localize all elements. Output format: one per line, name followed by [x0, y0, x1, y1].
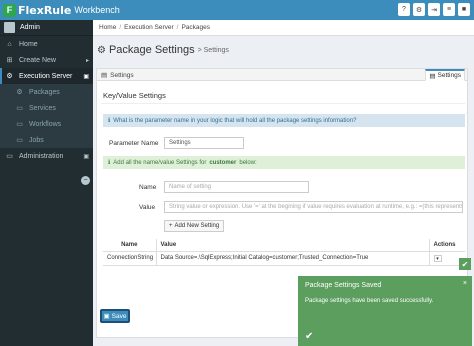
- sidebar-item-administration[interactable]: ▭ Administration ▣: [0, 148, 93, 164]
- user-name: Admin: [20, 24, 40, 31]
- services-icon: ▭: [16, 105, 23, 112]
- panel-heading: ▤ Settings: [101, 71, 134, 80]
- sidebar-item-services[interactable]: ▭ Services: [0, 100, 93, 116]
- sign-out-icon[interactable]: ⇥: [428, 3, 440, 16]
- menu-icon[interactable]: ≡: [443, 3, 455, 16]
- tab-label: Settings: [437, 72, 462, 79]
- parameter-name-input[interactable]: Settings: [164, 137, 244, 149]
- collapse-icon: ▣: [83, 73, 89, 80]
- column-header-actions: Actions: [429, 239, 465, 252]
- breadcrumb-separator: /: [119, 24, 122, 31]
- table-row: ConnectionString Data Source=.\SqlExpres…: [103, 251, 465, 266]
- setting-value-input[interactable]: String value or expression. Use '=' at t…: [164, 201, 463, 213]
- sidebar-item-label: Administration: [19, 152, 64, 160]
- info-icon: ℹ: [108, 118, 111, 124]
- table-header-row: Name Value Actions: [103, 239, 465, 252]
- panel-heading-label: Settings: [110, 71, 134, 79]
- jobs-icon: ▭: [16, 137, 23, 144]
- breadcrumb-packages: Packages: [181, 24, 211, 31]
- column-header-value: Value: [156, 239, 430, 252]
- add-button-label: Add New Setting: [174, 223, 220, 229]
- brand-name: FlexRule: [18, 3, 72, 17]
- plus-square-icon: ⊞: [6, 57, 13, 64]
- help-icon[interactable]: ?: [398, 3, 410, 16]
- success-alert-text-post: below:: [239, 159, 257, 166]
- save-icon: ▣: [103, 313, 110, 320]
- sidebar-item-label: Jobs: [29, 136, 44, 144]
- breadcrumb-separator: /: [176, 24, 179, 31]
- sidebar-collapse-button[interactable]: −: [81, 176, 90, 185]
- breadcrumb-home[interactable]: Home: [99, 24, 116, 31]
- product-name: Workbench: [74, 5, 120, 15]
- workflows-icon: ▭: [16, 121, 23, 128]
- breadcrumb: Home / Execution Server / Packages: [93, 20, 474, 36]
- info-icon: ℹ: [108, 160, 111, 166]
- logo-mark-icon: F: [3, 3, 16, 17]
- package-name: customer: [209, 159, 237, 166]
- avatar: [4, 22, 15, 33]
- sidebar-item-jobs[interactable]: ▭ Jobs: [0, 132, 93, 148]
- page-title: Package Settings: [108, 44, 195, 56]
- sidebar-item-label: Home: [19, 40, 38, 48]
- monitor-icon: ▭: [6, 153, 13, 160]
- gear-icon: ⚙: [6, 73, 13, 80]
- info-alert-text: What is the parameter name in your logic…: [113, 117, 357, 124]
- sidebar-item-packages[interactable]: ⚙ Packages: [0, 84, 93, 100]
- info-alert: ℹ What is the parameter name in your log…: [103, 114, 465, 127]
- close-icon[interactable]: ×: [463, 280, 467, 287]
- cogs-icon: ⚙: [97, 44, 106, 56]
- gear-icon[interactable]: ⚙: [413, 3, 425, 16]
- sidebar-item-label: Create New: [19, 56, 56, 64]
- sidebar-item-label: Workflows: [29, 120, 62, 128]
- expand-icon: ▣: [83, 153, 89, 160]
- sidebar-item-workflows[interactable]: ▭ Workflows: [0, 116, 93, 132]
- sidebar-item-label: Packages: [29, 88, 60, 96]
- toast-message: Package settings have been saved success…: [305, 298, 434, 304]
- sidebar-item-label: Execution Server: [19, 72, 73, 80]
- success-alert-text-pre: Add all the name/value Settings for: [113, 159, 207, 166]
- user-icon[interactable]: ■: [458, 3, 470, 16]
- success-alert: ℹ Add all the name/value Settings for cu…: [103, 156, 465, 169]
- breadcrumb-execution-server[interactable]: Execution Server: [124, 24, 174, 31]
- page-header: ⚙ Package Settings > Settings: [97, 42, 229, 58]
- tab-bar: ▤ Settings ▤ Settings: [97, 69, 467, 81]
- save-button-label: Save: [111, 312, 127, 320]
- add-new-setting-button[interactable]: + Add New Setting: [164, 220, 225, 232]
- list-icon: ▤: [101, 72, 108, 79]
- setting-name-cell: ConnectionString: [103, 251, 157, 266]
- setting-name-input[interactable]: Name of setting: [164, 181, 309, 193]
- topbar-actions: ? ⚙ ⇥ ≡ ■: [398, 3, 470, 16]
- app-logo[interactable]: F FlexRule Workbench: [3, 2, 120, 18]
- top-navbar: F FlexRule Workbench ? ⚙ ⇥ ≡ ■: [0, 0, 474, 20]
- save-button[interactable]: ▣ Save: [100, 309, 130, 323]
- user-panel: Admin: [0, 20, 93, 36]
- toast-stack-indicator[interactable]: ✔: [459, 258, 471, 270]
- cogs-icon: ⚙: [16, 89, 23, 96]
- page-subtitle: > Settings: [197, 46, 229, 54]
- tab-settings[interactable]: ▤ Settings: [425, 69, 465, 81]
- value-label: Value: [139, 204, 156, 211]
- parameter-name-label: Parameter Name: [109, 140, 159, 147]
- sidebar-item-execution-server[interactable]: ⚙ Execution Server ▣: [0, 68, 93, 84]
- expand-icon: ▸: [85, 57, 89, 64]
- sidebar-submenu: ⚙ Packages ▭ Services ▭ Workflows ▭ Jobs: [0, 84, 93, 148]
- section-title: Key/Value Settings: [103, 91, 166, 100]
- toast-title: Package Settings Saved: [305, 282, 382, 289]
- sidebar-item-create-new[interactable]: ⊞ Create New ▸: [0, 52, 93, 68]
- plus-icon: +: [169, 223, 173, 229]
- check-icon: ✔: [305, 331, 314, 342]
- notification-toast: Package Settings Saved × Package setting…: [298, 276, 472, 346]
- home-icon: ⌂: [7, 40, 12, 48]
- setting-value-cell: Data Source=.\SqlExpress;Initial Catalog…: [156, 251, 430, 266]
- sidebar-item-home[interactable]: ⌂ Home: [0, 36, 93, 52]
- name-label: Name: [139, 184, 157, 191]
- list-icon: ▤: [429, 72, 436, 80]
- divider: [101, 103, 465, 104]
- settings-table: Name Value Actions ConnectionString Data…: [103, 239, 465, 266]
- sidebar-item-label: Services: [29, 104, 56, 112]
- sidebar: Admin ⌂ Home ⊞ Create New ▸ ⚙ Execution …: [0, 20, 93, 346]
- actions-dropdown-button[interactable]: ▾: [433, 254, 442, 262]
- column-header-name: Name: [103, 239, 157, 252]
